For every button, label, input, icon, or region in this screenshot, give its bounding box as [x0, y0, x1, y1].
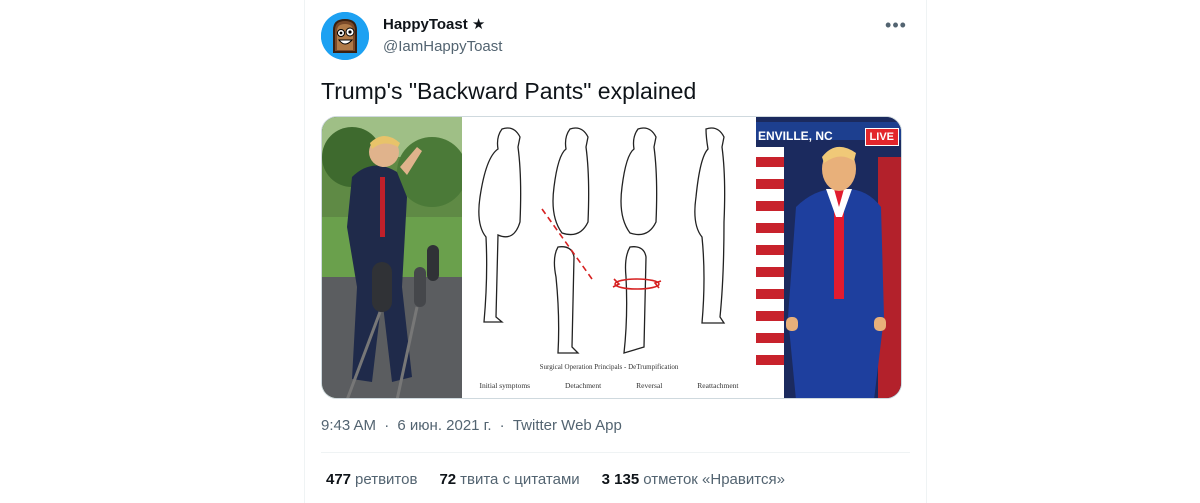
separator-dot: · [384, 417, 390, 434]
broadcast-lower-third: ENVILLE, NC LIVE [756, 122, 901, 146]
quotes-count: 72 [439, 471, 457, 488]
separator-dot: · [499, 417, 505, 434]
quotes-label: твита с цитатами [460, 471, 580, 488]
step-label: Reattachment [697, 381, 739, 390]
retweets-stat[interactable]: 477 ретвитов [326, 470, 417, 490]
tweet-header: HappyToast ★ @IamHappyToast ••• [321, 12, 910, 62]
step-label: Initial symptoms [479, 381, 531, 390]
tweet-media-image[interactable]: Surgical Operation Principals - DeTrumpi… [321, 116, 902, 399]
tweet-source[interactable]: Twitter Web App [513, 417, 622, 434]
diagram-title: Surgical Operation Principals - DeTrumpi… [539, 363, 679, 371]
quotes-stat[interactable]: 72 твита с цитатами [439, 470, 579, 490]
live-badge: LIVE [864, 128, 899, 146]
step-label: Detachment [564, 381, 602, 390]
retweets-count: 477 [326, 471, 352, 488]
divider [321, 452, 910, 453]
diagram-panel: Surgical Operation Principals - DeTrumpi… [462, 117, 756, 398]
broadcast-illustration [756, 117, 901, 398]
likes-count: 3 135 [601, 471, 640, 488]
detrumpification-diagram [478, 127, 726, 354]
toast-face-avatar-icon [321, 12, 369, 60]
display-name[interactable]: HappyToast ★ [383, 15, 502, 35]
tweet-date[interactable]: 6 июн. 2021 г. [397, 417, 491, 434]
more-options-icon[interactable]: ••• [884, 16, 908, 34]
user-handle[interactable]: @IamHappyToast [383, 37, 502, 57]
broadcast-panel: ENVILLE, NC LIVE [756, 117, 901, 398]
photo-left-panel [322, 117, 462, 398]
broadcast-city: ENVILLE, NC [758, 129, 833, 143]
tweet-time[interactable]: 9:43 AM [321, 417, 376, 434]
step-label: Reversal [636, 381, 663, 390]
display-name-text[interactable]: HappyToast [383, 16, 468, 33]
photo-left-illustration [322, 117, 462, 398]
tweet-text: Trump's "Backward Pants" explained [321, 78, 697, 104]
likes-label: отметок «Нравится» [643, 471, 785, 488]
avatar[interactable] [321, 12, 369, 60]
author-names: HappyToast ★ @IamHappyToast [383, 15, 502, 57]
tweet-card: HappyToast ★ @IamHappyToast ••• Trump's … [304, 0, 927, 503]
tweet-stats: 477 ретвитов 72 твита с цитатами 3 135 отме… [326, 470, 785, 490]
star-badge-icon: ★ [471, 16, 486, 33]
diagram-step-labels: Initial symptoms Detachment Reversal Rea… [462, 381, 756, 390]
tweet-metadata: 9:43 AM · 6 июн. 2021 г. · Twitter Web A… [321, 416, 622, 436]
likes-stat[interactable]: 3 135 отметок «Нравится» [602, 470, 785, 490]
retweets-label: ретвитов [355, 471, 418, 488]
